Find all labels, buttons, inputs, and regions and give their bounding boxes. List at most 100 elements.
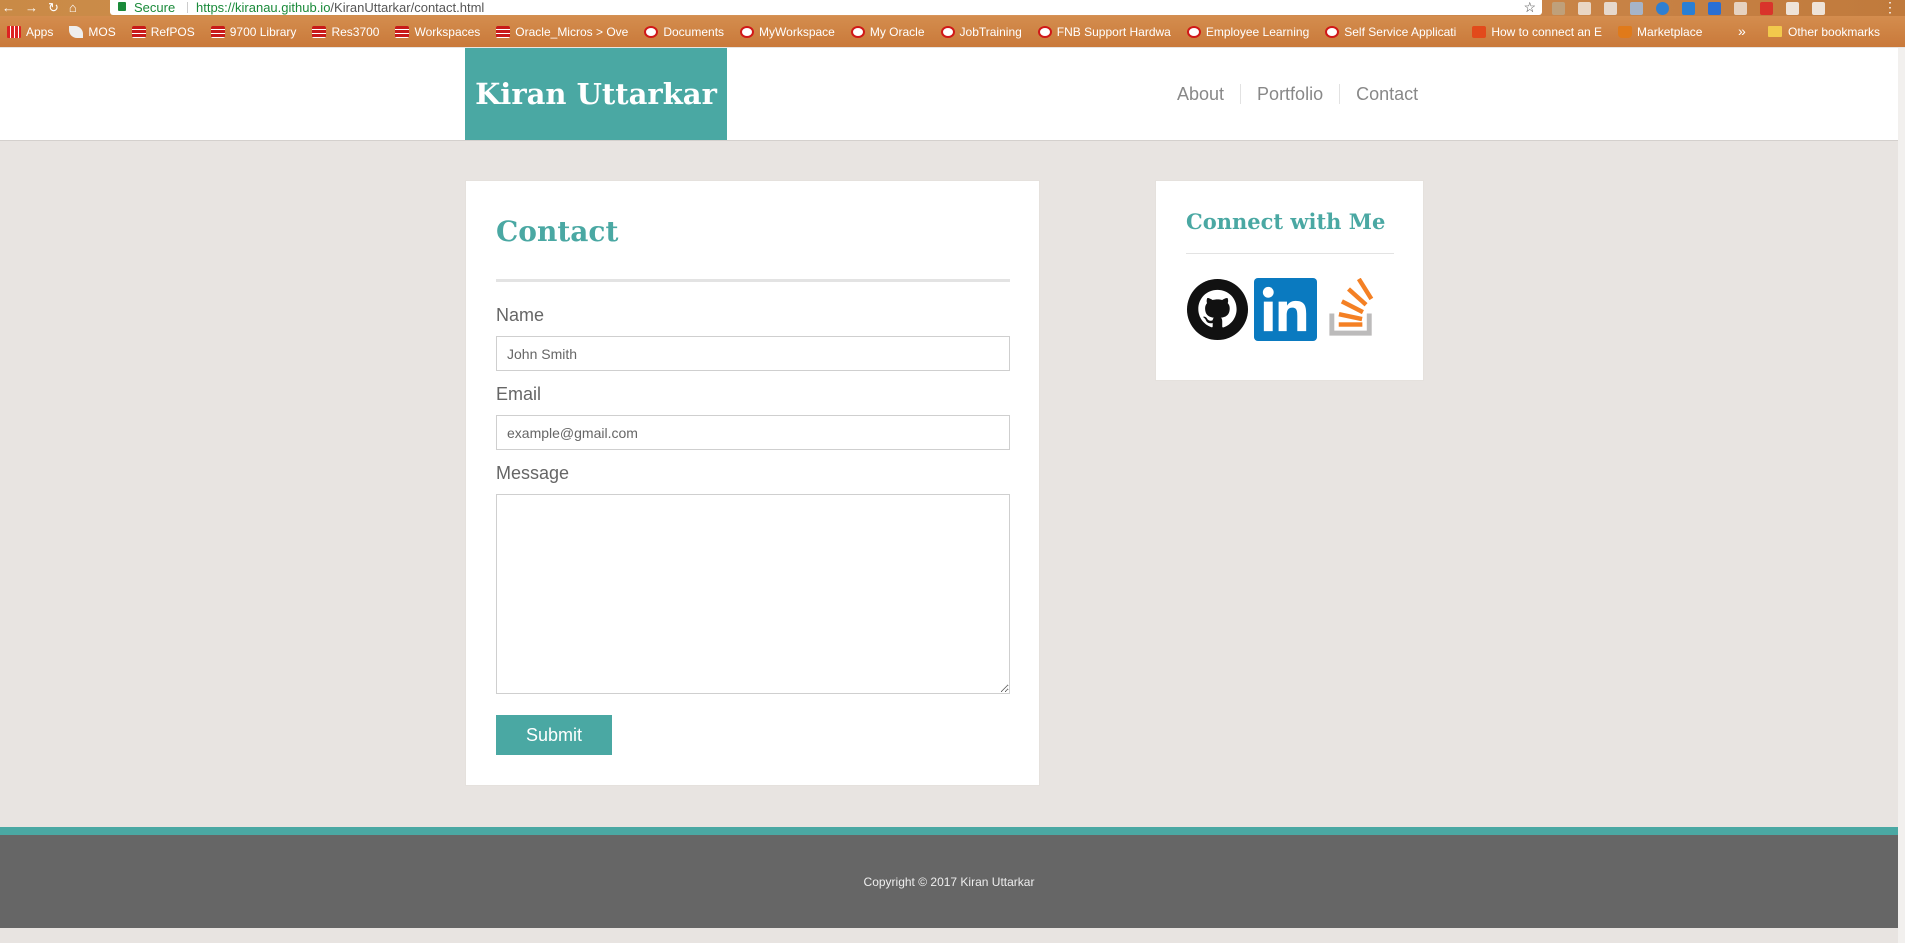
page-bottom-background [0, 928, 1898, 943]
bookmark-self-service[interactable]: Self Service Applicati [1318, 25, 1465, 39]
bookmark-label: RefPOS [150, 24, 195, 39]
message-label: Message [496, 463, 570, 483]
oracle-stack-icon [210, 25, 225, 38]
extension-icon-5[interactable] [1656, 1, 1669, 15]
bookmark-jobtraining[interactable]: JobTraining [934, 25, 1031, 39]
address-bar[interactable]: Secure https://kiranau.github.io/KiranUt… [110, 0, 1542, 15]
oracle-stack-icon [131, 25, 146, 38]
magento-icon [1472, 25, 1487, 38]
stackoverflow-icon[interactable] [1322, 278, 1385, 341]
home-icon[interactable]: ⌂ [69, 1, 77, 15]
extension-icon-1[interactable] [1552, 1, 1565, 15]
bookmark-res3700[interactable]: Res3700 [305, 25, 388, 39]
extension-icon-9[interactable] [1760, 1, 1773, 15]
secure-label: Secure [134, 0, 176, 15]
bookmark-fnb-support[interactable]: FNB Support Hardwa [1031, 25, 1180, 39]
extension-icon-3[interactable] [1604, 1, 1617, 15]
lock-icon [118, 2, 126, 11]
bookmark-marketplace[interactable]: Marketplace [1611, 25, 1711, 39]
extension-icons [1552, 0, 1825, 16]
site-brand[interactable]: Kiran Uttarkar [465, 48, 727, 140]
bookmark-label: Employee Learning [1205, 24, 1310, 39]
other-bookmarks-label: Other bookmarks [1788, 24, 1881, 39]
folder-icon [1768, 26, 1782, 37]
bookmarks-bar: Apps MOS RefPOS 9700 Library Res3700 Wor… [0, 16, 1905, 47]
oracle-o-icon [1037, 25, 1052, 38]
oracle-o-icon [1325, 25, 1340, 38]
back-arrow-icon[interactable]: ← [2, 1, 15, 15]
nav-about-link[interactable]: About [1163, 84, 1240, 104]
linkedin-icon[interactable] [1254, 278, 1317, 341]
other-bookmarks-folder[interactable]: Other bookmarks [1768, 16, 1880, 47]
copyright-text: Copyright © 2017 Kiran Uttarkar [863, 874, 1035, 889]
footer-accent-stripe [0, 827, 1898, 835]
bookmark-employee-learning[interactable]: Employee Learning [1180, 25, 1318, 39]
bookmark-star-icon[interactable]: ☆ [1523, 0, 1536, 15]
bookmark-label: MyWorkspace [759, 24, 835, 39]
bookmark-label: Oracle_Micros > Ove [515, 24, 629, 39]
browser-nav-buttons: ← → ↻ ⌂ [0, 0, 77, 16]
name-input[interactable] [496, 336, 1010, 371]
bookmark-how-to-connect[interactable]: How to connect an E [1465, 25, 1611, 39]
bookmark-label: FNB Support Hardwa [1056, 24, 1171, 39]
reload-icon[interactable]: ↻ [48, 1, 59, 15]
url-path: /KiranUttarkar/contact.html [330, 0, 485, 15]
bookmark-myworkspace[interactable]: MyWorkspace [733, 25, 844, 39]
apps-grid-icon [7, 25, 21, 38]
bookmark-documents[interactable]: Documents [637, 25, 733, 39]
oracle-stack-icon [496, 25, 511, 38]
bookmark-label: JobTraining [959, 24, 1022, 39]
oracle-stack-icon [312, 25, 327, 38]
bookmark-label: Res3700 [331, 24, 380, 39]
nav-portfolio-link[interactable]: Portfolio [1240, 84, 1339, 104]
extension-icon-4[interactable] [1630, 1, 1643, 15]
bookmark-9700-library[interactable]: 9700 Library [204, 25, 306, 39]
extension-icon-7[interactable] [1708, 1, 1721, 15]
marketplace-icon [1618, 25, 1633, 38]
main-nav: About Portfolio Contact [1163, 48, 1434, 140]
bookmark-mos[interactable]: MOS [62, 25, 124, 39]
github-icon[interactable] [1186, 278, 1249, 341]
page-scrollbar-track[interactable] [1898, 48, 1905, 943]
extension-icon-11[interactable] [1812, 1, 1825, 15]
contact-title: Contact [496, 215, 619, 248]
extension-icon-2[interactable] [1578, 1, 1591, 15]
bookmark-label: Self Service Applicati [1344, 24, 1457, 39]
bookmarks-overflow-button[interactable]: » [1738, 16, 1746, 47]
bookmark-label: How to connect an E [1491, 24, 1603, 39]
url-host: https://kiranau.github.io [196, 0, 331, 15]
email-input[interactable] [496, 415, 1010, 450]
submit-button[interactable]: Submit [496, 715, 612, 755]
site-footer: Copyright © 2017 Kiran Uttarkar [0, 835, 1898, 928]
social-card: Connect with Me [1155, 180, 1424, 381]
extension-icon-8[interactable] [1734, 1, 1747, 15]
email-label: Email [496, 384, 542, 404]
bookmark-my-oracle[interactable]: My Oracle [844, 25, 934, 39]
bookmark-label: MOS [88, 24, 116, 39]
bookmark-refpos[interactable]: RefPOS [125, 25, 204, 39]
contact-card: Contact Name Email Message Submit [465, 180, 1040, 786]
bookmark-oracle-micros[interactable]: Oracle_Micros > Ove [489, 25, 637, 39]
bookmark-label: Workspaces [414, 24, 481, 39]
oracle-o-icon [740, 25, 755, 38]
title-divider [496, 279, 1010, 282]
bookmark-label: Marketplace [1637, 24, 1703, 39]
forward-arrow-icon[interactable]: → [25, 1, 38, 15]
bookmark-label: Documents [663, 24, 725, 39]
address-url[interactable]: https://kiranau.github.io/KiranUttarkar/… [196, 0, 484, 15]
site-header: Kiran Uttarkar About Portfolio Contact [0, 48, 1898, 141]
oracle-o-icon [1186, 25, 1201, 38]
extension-icon-6[interactable] [1682, 1, 1695, 15]
message-textarea[interactable] [496, 494, 1010, 694]
bookmark-workspaces[interactable]: Workspaces [388, 25, 489, 39]
browser-toolbar: ← → ↻ ⌂ Secure https://kiranau.github.io… [0, 0, 1905, 16]
bookmark-apps[interactable]: Apps [0, 25, 62, 39]
browser-menu-icon[interactable]: ⋮ [1883, 0, 1897, 14]
social-divider [1186, 253, 1394, 254]
oracle-o-icon [850, 25, 865, 38]
social-title: Connect with Me [1186, 209, 1386, 234]
extension-icon-10[interactable] [1786, 1, 1799, 15]
nav-contact-link[interactable]: Contact [1339, 84, 1434, 104]
oracle-o-icon [940, 25, 955, 38]
bookmark-label: 9700 Library [229, 24, 297, 39]
